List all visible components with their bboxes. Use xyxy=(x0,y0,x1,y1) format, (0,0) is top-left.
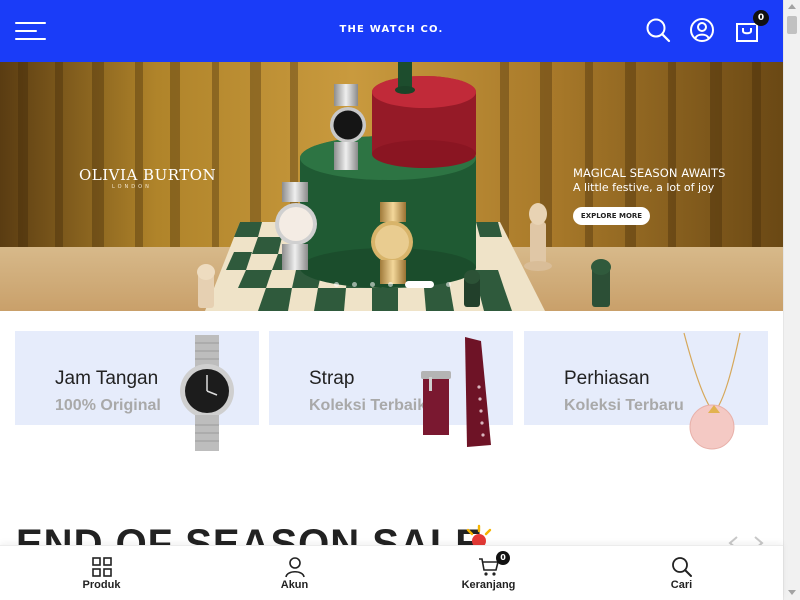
nav-label: Keranjang xyxy=(461,579,516,591)
nav-label: Akun xyxy=(280,579,309,591)
grid-icon xyxy=(91,557,112,577)
slider-dot[interactable] xyxy=(446,282,451,287)
top-header: THE WATCH CO. 0 xyxy=(0,0,783,62)
user-icon[interactable] xyxy=(688,16,716,44)
nav-produk[interactable]: Produk xyxy=(4,546,199,600)
scroll-up-arrow-icon[interactable] xyxy=(788,4,796,9)
brand-location: LONDON xyxy=(112,184,152,190)
hero-banner[interactable]: OLIVIA BURTON LONDON MAGICAL SEASON AWAI… xyxy=(0,62,783,311)
nav-label: Cari xyxy=(670,579,693,591)
category-title: Jam Tangan xyxy=(55,368,159,389)
category-card-strap[interactable]: Strap Koleksi Terbaik xyxy=(269,331,513,447)
nav-cari[interactable]: Cari xyxy=(584,546,779,600)
search-icon[interactable] xyxy=(644,16,672,44)
category-title: Perhiasan xyxy=(564,368,650,389)
vertical-scrollbar[interactable] xyxy=(783,0,800,600)
slider-dot-active[interactable] xyxy=(405,281,434,288)
slider-dot[interactable] xyxy=(352,282,357,287)
category-title: Strap xyxy=(309,368,355,389)
cart-count-badge: 0 xyxy=(753,10,769,26)
slider-dot[interactable] xyxy=(388,282,393,287)
category-subtitle: 100% Original xyxy=(55,397,161,414)
nav-label: Produk xyxy=(82,579,121,591)
category-card-watches[interactable]: Jam Tangan 100% Original xyxy=(15,331,259,451)
promo-subtitle: A little festive, a lot of joy xyxy=(573,181,715,194)
brand-name: OLIVIA BURTON xyxy=(79,166,217,184)
scroll-down-arrow-icon[interactable] xyxy=(788,590,796,595)
promo-title: MAGICAL SEASON AWAITS xyxy=(573,166,726,180)
necklace-image xyxy=(683,332,741,450)
strap-image xyxy=(421,337,491,447)
slider-dot[interactable] xyxy=(334,282,339,287)
cart-count-badge: 0 xyxy=(496,551,510,565)
slider-dot[interactable] xyxy=(370,282,375,287)
watch-image xyxy=(180,335,234,451)
category-card-jewelry[interactable]: Perhiasan Koleksi Terbaru xyxy=(524,331,768,450)
category-subtitle: Koleksi Terbaru xyxy=(564,397,684,414)
search-icon xyxy=(671,557,692,577)
explore-more-button[interactable]: EXPLORE MORE xyxy=(573,207,650,225)
category-subtitle: Koleksi Terbaik xyxy=(309,397,427,414)
nav-akun[interactable]: Akun xyxy=(197,546,392,600)
bottom-navigation: Produk Akun 0 Keranjang Cari xyxy=(0,545,783,600)
user-icon xyxy=(284,557,305,578)
scroll-thumb[interactable] xyxy=(787,16,797,34)
page: THE WATCH CO. 0 OLIVIA BURTON LONDON MAG… xyxy=(0,0,800,600)
nav-keranjang[interactable]: 0 Keranjang xyxy=(391,546,586,600)
